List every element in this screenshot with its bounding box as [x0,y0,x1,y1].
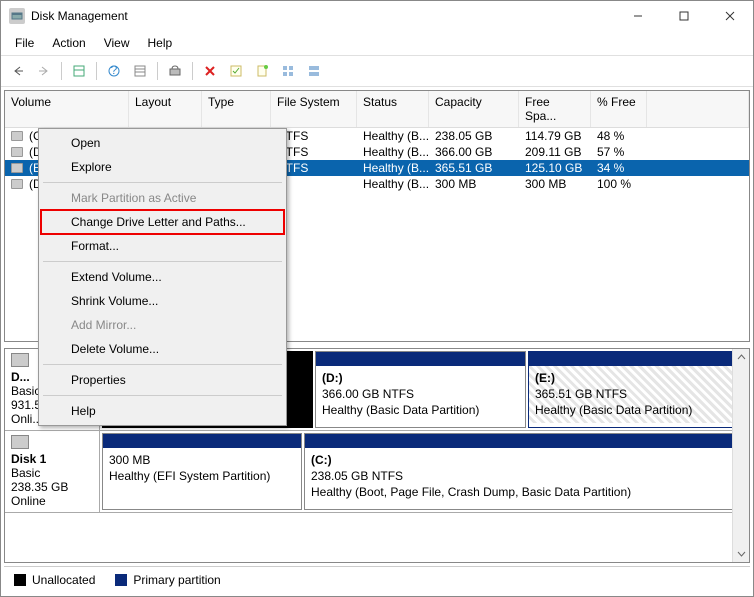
menu-help[interactable]: Help [140,33,181,53]
col-filesystem[interactable]: File System [271,91,357,127]
partition[interactable]: (E:)365.51 GB NTFSHealthy (Basic Data Pa… [528,351,739,428]
disk-row: Disk 1Basic238.35 GBOnline300 MBHealthy … [5,431,749,513]
forward-button[interactable] [33,60,55,82]
partition-header [529,352,738,366]
toolbar-grid-icon[interactable] [277,60,299,82]
context-menu-item[interactable]: Extend Volume... [41,265,284,289]
col-freespace[interactable]: Free Spa... [519,91,591,127]
legend-unallocated: Unallocated [14,573,95,587]
app-icon [9,8,25,24]
partitions: 300 MBHealthy (EFI System Partition)(C:)… [100,431,749,512]
refresh-icon[interactable] [164,60,186,82]
vertical-scrollbar[interactable] [732,349,749,562]
scroll-up-icon[interactable] [733,349,749,366]
col-layout[interactable]: Layout [129,91,202,127]
volume-icon [11,179,23,189]
volume-icon [11,163,23,173]
context-menu-item[interactable]: Properties [41,368,284,392]
minimize-button[interactable] [615,1,661,31]
context-menu: OpenExplore Mark Partition as ActiveChang… [38,128,287,426]
context-menu-item[interactable]: Help [41,399,284,423]
legend: Unallocated Primary partition [4,566,750,593]
context-menu-item: Add Mirror... [41,313,284,337]
context-menu-item: Mark Partition as Active [41,186,284,210]
volume-list[interactable]: Volume Layout Type File System Status Ca… [4,90,750,342]
titlebar: Disk Management [1,1,753,31]
toolbar-view-icon[interactable] [68,60,90,82]
scroll-down-icon[interactable] [733,545,749,562]
toolbar-new-icon[interactable] [251,60,273,82]
col-capacity[interactable]: Capacity [429,91,519,127]
volume-list-header: Volume Layout Type File System Status Ca… [5,91,749,128]
partition[interactable]: 300 MBHealthy (EFI System Partition) [102,433,302,510]
context-menu-item[interactable]: Change Drive Letter and Paths... [41,210,284,234]
col-type[interactable]: Type [202,91,271,127]
partition-header [305,434,737,448]
toolbar-list-icon[interactable] [129,60,151,82]
context-menu-item[interactable]: Delete Volume... [41,337,284,361]
help-icon[interactable]: ? [103,60,125,82]
col-status[interactable]: Status [357,91,429,127]
disk-icon [11,353,29,367]
menu-action[interactable]: Action [44,33,93,53]
disk-icon [11,435,29,449]
toolbar: ? [1,55,753,87]
toolbar-check-icon[interactable] [225,60,247,82]
maximize-button[interactable] [661,1,707,31]
context-menu-item[interactable]: Format... [41,234,284,258]
delete-icon[interactable] [199,60,221,82]
legend-primary: Primary partition [115,573,220,587]
context-menu-item[interactable]: Open [41,131,284,155]
volume-icon [11,131,23,141]
back-button[interactable] [7,60,29,82]
volume-icon [11,147,23,157]
context-menu-item[interactable]: Explore [41,155,284,179]
svg-text:?: ? [111,64,118,77]
toolbar-layout-icon[interactable] [303,60,325,82]
partition-header [103,434,301,448]
context-menu-item[interactable]: Shrink Volume... [41,289,284,313]
col-pctfree[interactable]: % Free [591,91,647,127]
close-button[interactable] [707,1,753,31]
partition[interactable]: (D:)366.00 GB NTFSHealthy (Basic Data Pa… [315,351,526,428]
menu-view[interactable]: View [96,33,138,53]
col-volume[interactable]: Volume [5,91,129,127]
menu-file[interactable]: File [7,33,42,53]
menubar: File Action View Help [1,31,753,55]
window-title: Disk Management [31,9,615,23]
disk-header[interactable]: Disk 1Basic238.35 GBOnline [5,431,100,512]
partition-header [316,352,525,366]
partition[interactable]: (C:)238.05 GB NTFSHealthy (Boot, Page Fi… [304,433,738,510]
